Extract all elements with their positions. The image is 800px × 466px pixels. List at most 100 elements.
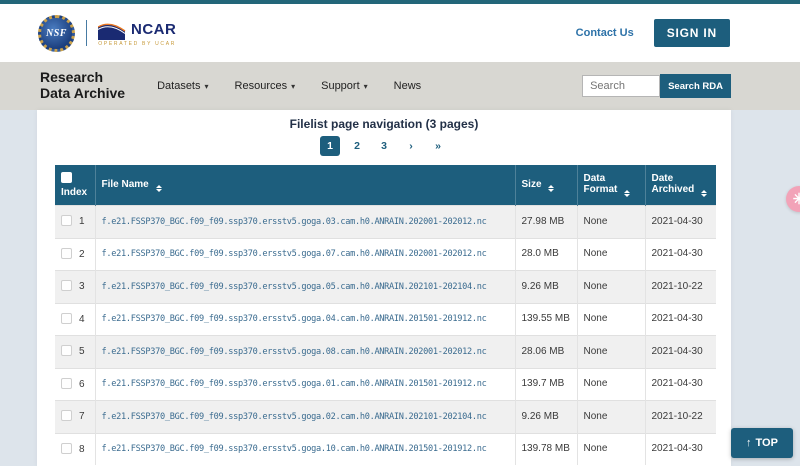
table-header-row: Index File Name Size Data Format (55, 165, 716, 206)
chevron-down-icon: ▾ (364, 82, 368, 91)
file-row: 6 f.e21.FSSP370_BGC.f09_f09.ssp370.ersstv… (55, 368, 716, 401)
column-header-file-name[interactable]: File Name (95, 165, 515, 206)
data-format: None (577, 238, 645, 271)
main-navbar: Research Data Archive Datasets▾Resources… (0, 62, 800, 110)
pagination: 123 › » (37, 136, 731, 156)
contact-us-link[interactable]: Contact Us (576, 27, 634, 39)
sort-icon[interactable] (701, 190, 707, 197)
sign-in-button[interactable]: SIGN IN (654, 19, 730, 47)
pagination-page-1[interactable]: 1 (320, 136, 340, 156)
nav-item-label: News (394, 80, 422, 92)
file-link[interactable]: f.e21.FSSP370_BGC.f09_f09.ssp370.ersstv5… (102, 314, 487, 324)
chevron-down-icon: ▾ (291, 82, 295, 91)
date-archived: 2021-10-22 (645, 271, 716, 304)
search-area: Search RDA (582, 74, 731, 98)
file-size: 28.06 MB (515, 336, 577, 369)
nav-item-label: Support (321, 80, 360, 92)
date-archived: 2021-04-30 (645, 336, 716, 369)
nav-item-label: Resources (235, 80, 288, 92)
nav-item-resources[interactable]: Resources▾ (235, 80, 296, 92)
top-button-label: TOP (756, 437, 778, 449)
file-link[interactable]: f.e21.FSSP370_BGC.f09_f09.ssp370.ersstv5… (102, 217, 487, 227)
file-row: 1f.e21.FSSP370_BGC.f09_f09.ssp370.ersstv… (55, 206, 716, 239)
ncar-tagline: Operated by UCAR (98, 41, 176, 47)
column-header-date-archived[interactable]: Date Archived (645, 165, 716, 206)
data-format: None (577, 271, 645, 304)
file-size: 9.26 MB (515, 401, 577, 434)
row-checkbox[interactable] (61, 280, 72, 291)
row-index: 5 (79, 346, 85, 357)
pagination-last-button[interactable]: » (428, 136, 448, 156)
row-index: 8 (79, 444, 85, 455)
row-checkbox[interactable] (61, 345, 72, 356)
file-link[interactable]: f.e21.FSSP370_BGC.f09_f09.ssp370.ersstv5… (102, 282, 487, 292)
nav-item-news[interactable]: News (394, 80, 422, 92)
site-title[interactable]: Research Data Archive (40, 70, 125, 101)
file-row: 3 f.e21.FSSP370_BGC.f09_f09.ssp370.ersstv… (55, 271, 716, 304)
filelist-pagination-title: Filelist page navigation (3 pages) (37, 117, 731, 131)
row-index: 4 (79, 314, 85, 325)
sort-icon[interactable] (156, 185, 162, 192)
file-size: 139.55 MB (515, 303, 577, 336)
nav-menu: Datasets▾Resources▾Support▾News (157, 80, 421, 92)
select-all-checkbox[interactable] (61, 172, 72, 183)
file-row: 5 f.e21.FSSP370_BGC.f09_f09.ssp370.ersstv… (55, 336, 716, 369)
widget-icon: ✳ (793, 190, 800, 208)
data-format: None (577, 303, 645, 336)
pagination-page-2[interactable]: 2 (347, 136, 367, 156)
nsf-logo[interactable]: NSF (38, 15, 75, 52)
file-row: 8 f.e21.FSSP370_BGC.f09_f09.ssp370.ersstv… (55, 433, 716, 465)
date-archived-header-label: Date Archived (652, 173, 695, 195)
file-link[interactable]: f.e21.FSSP370_BGC.f09_f09.ssp370.ersstv5… (102, 249, 487, 259)
file-link[interactable]: f.e21.FSSP370_BGC.f09_f09.ssp370.ersstv5… (102, 347, 487, 357)
file-size: 9.26 MB (515, 271, 577, 304)
row-index: 7 (79, 411, 85, 422)
file-row: 7 f.e21.FSSP370_BGC.f09_f09.ssp370.ersstv… (55, 401, 716, 434)
row-checkbox[interactable] (61, 378, 72, 389)
file-size: 27.98 MB (515, 206, 577, 239)
column-header-index: Index (55, 165, 95, 206)
size-header-label: Size (522, 179, 542, 190)
search-rda-button[interactable]: Search RDA (660, 74, 731, 98)
content-panel: Filelist page navigation (3 pages) 123›»… (37, 110, 731, 466)
pagination-next-button[interactable]: › (401, 136, 421, 156)
nav-item-support[interactable]: Support ▾ (321, 80, 368, 92)
ncar-logo-text: NCAR (131, 21, 176, 38)
page-body: Filelist page navigation (3 pages) 123›»… (0, 110, 800, 466)
file-link[interactable]: f.e21.FSSP370_BGC.f09_f09.ssp370.ersstv5… (102, 379, 487, 389)
data-format: None (577, 336, 645, 369)
nav-item-datasets[interactable]: Datasets▾ (157, 80, 208, 92)
row-index: 6 (79, 379, 85, 390)
row-checkbox[interactable] (61, 215, 72, 226)
site-header: NSF NCAR Operated by UCAR Contact Us SIG… (0, 4, 800, 62)
pagination-page-3[interactable]: 3 (374, 136, 394, 156)
row-checkbox[interactable] (61, 443, 72, 454)
file-link[interactable]: f.e21.FSSP370_BGC.f09_f09.ssp370.ersstv5… (102, 412, 487, 422)
index-header-label: Index (61, 187, 87, 198)
sort-icon[interactable] (548, 185, 554, 192)
ncar-swoosh-icon (98, 20, 128, 40)
scroll-to-top-button[interactable]: ↑ TOP (731, 428, 793, 458)
file-size: 139.78 MB (515, 433, 577, 465)
column-header-size[interactable]: Size (515, 165, 577, 206)
up-arrow-icon: ↑ (746, 437, 752, 449)
ncar-logo[interactable]: NCAR Operated by UCAR (98, 20, 176, 47)
data-format-header-label: Data Format (584, 173, 618, 195)
sort-icon[interactable] (624, 190, 630, 197)
file-link[interactable]: f.e21.FSSP370_BGC.f09_f09.ssp370.ersstv5… (102, 444, 487, 454)
date-archived: 2021-04-30 (645, 206, 716, 239)
file-row: 4 f.e21.FSSP370_BGC.f09_f09.ssp370.ersstv… (55, 303, 716, 336)
row-checkbox[interactable] (61, 248, 72, 259)
column-header-data-format[interactable]: Data Format (577, 165, 645, 206)
feedback-widget-button[interactable]: ✳ (786, 186, 800, 212)
nsf-logo-text: NSF (46, 28, 67, 39)
row-index: 3 (79, 281, 85, 292)
row-index: 2 (79, 249, 85, 260)
nav-item-label: Datasets (157, 80, 200, 92)
file-name-header-label: File Name (102, 179, 149, 190)
logo-divider (86, 20, 87, 46)
search-input[interactable] (582, 75, 660, 97)
row-checkbox[interactable] (61, 410, 72, 421)
data-format: None (577, 433, 645, 465)
row-checkbox[interactable] (61, 313, 72, 324)
